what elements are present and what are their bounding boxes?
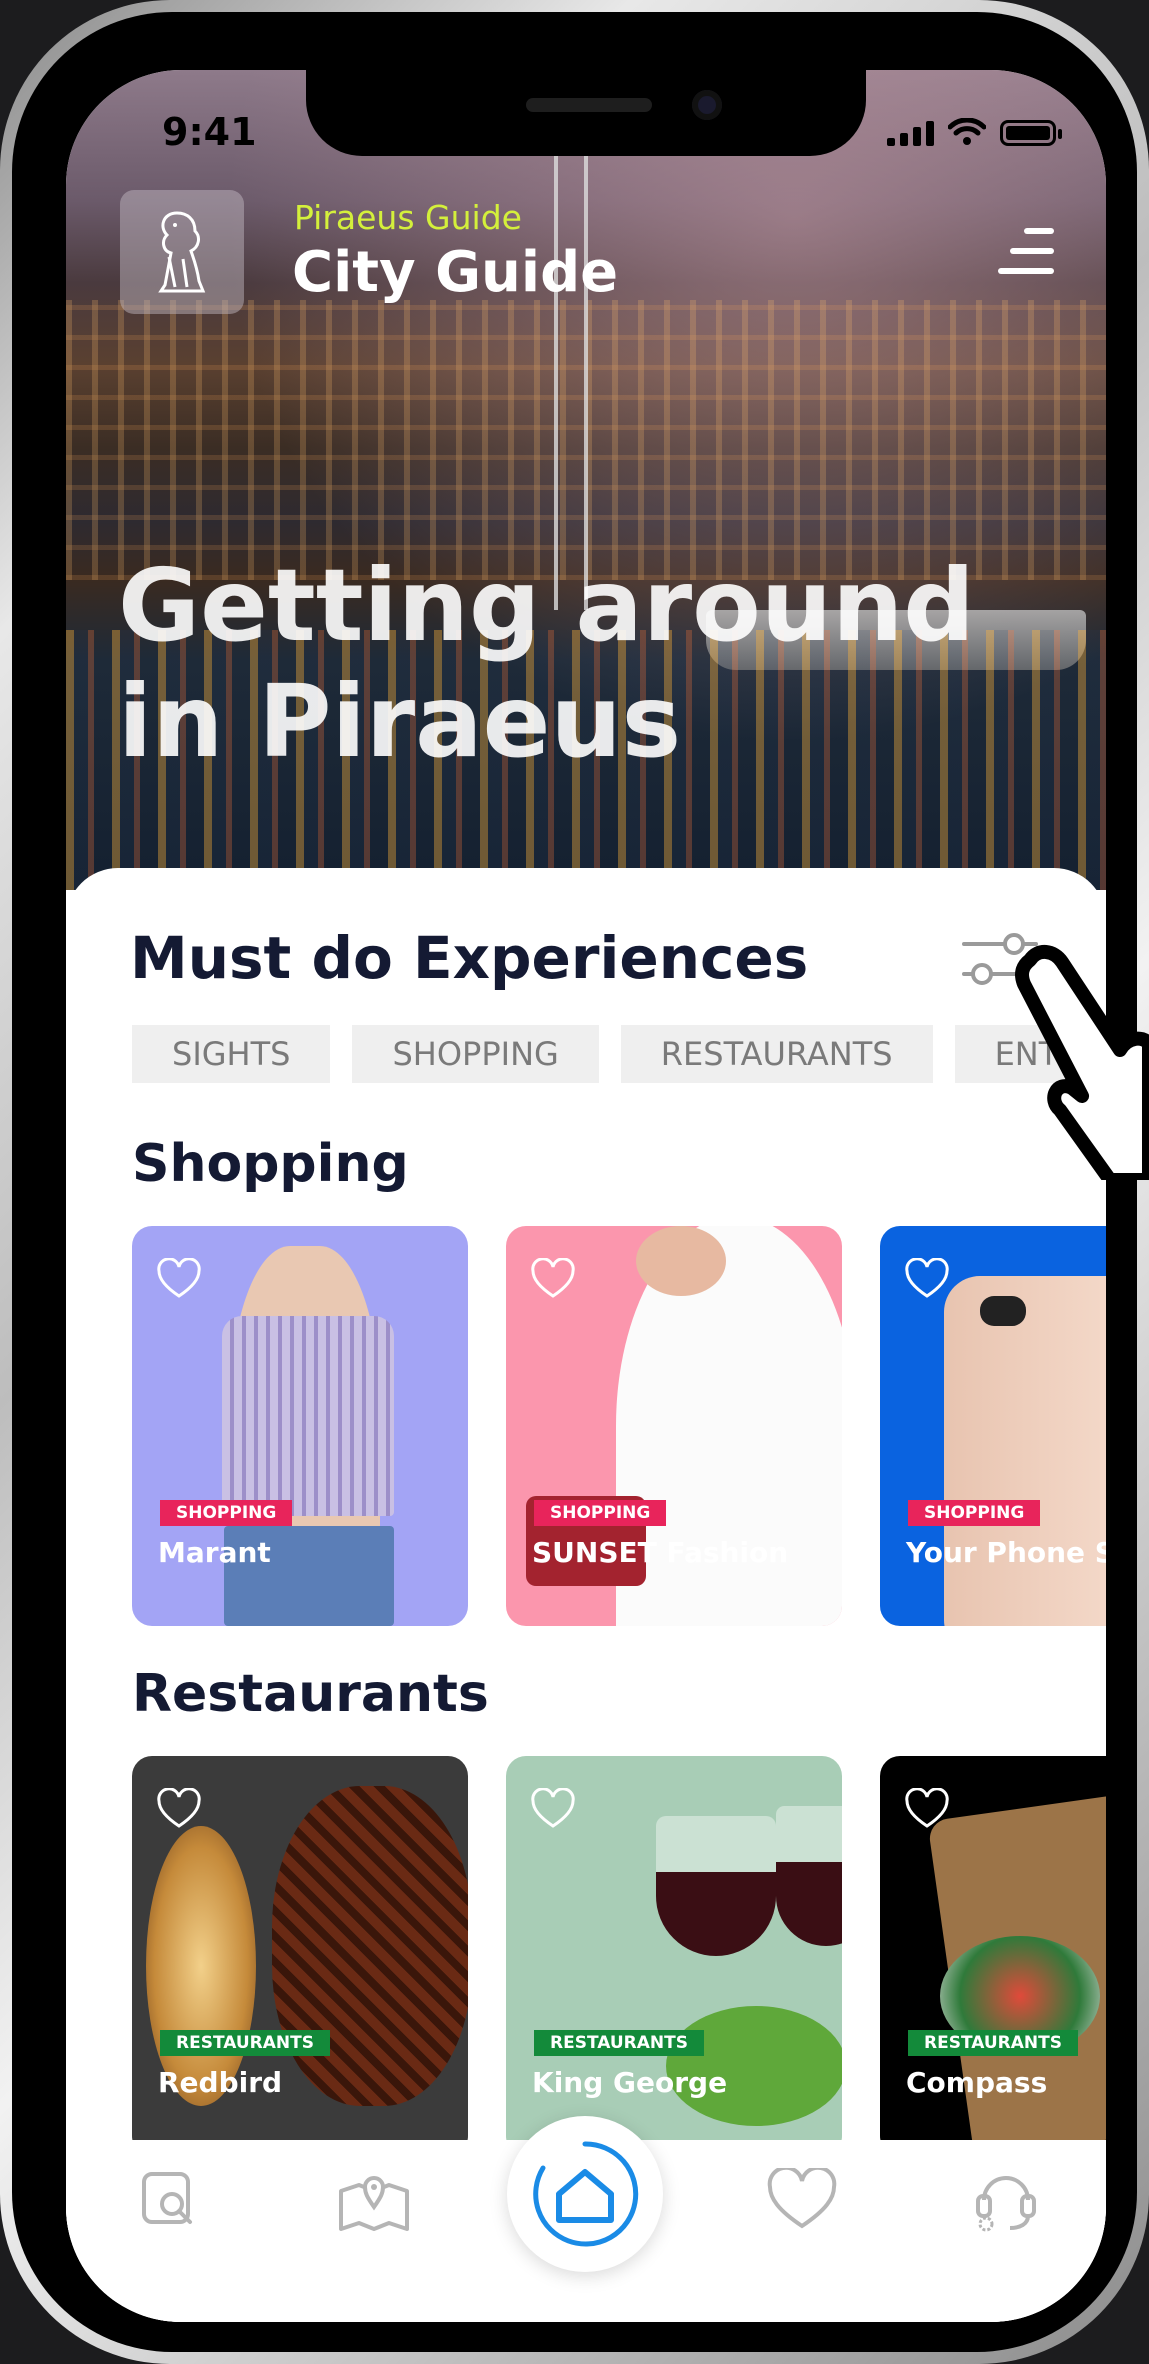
experiences-heading: Must do Experiences [130, 924, 809, 992]
camera-image [980, 1296, 1026, 1326]
app-logo[interactable] [120, 190, 244, 314]
steak-image [272, 1786, 468, 2106]
menu-line [1024, 228, 1054, 234]
category-badge: SHOPPING [908, 1500, 1041, 1526]
app-title: City Guide [292, 240, 619, 305]
nav-map[interactable] [334, 2160, 414, 2240]
wifi-icon [948, 118, 986, 145]
menu-line [1010, 248, 1054, 254]
status-icons [887, 118, 1062, 146]
restaurants-carousel: RESTAURANTS Redbird RESTAURANTS King Geo… [132, 1756, 1106, 2140]
speaker [526, 98, 652, 112]
category-badge: RESTAURANTS [908, 2030, 1078, 2056]
phone-image [944, 1276, 1106, 1626]
heart-icon[interactable] [156, 1788, 202, 1830]
phone-frame: 9:41 Piraeus Guide City Guide Getting ar… [0, 0, 1149, 2364]
heart-icon[interactable] [156, 1258, 202, 1300]
restaurant-card[interactable]: RESTAURANTS King George [506, 1756, 842, 2140]
chip-shopping[interactable]: SHOPPING [352, 1025, 599, 1083]
restaurant-card[interactable]: RESTAURANTS Redbird [132, 1756, 468, 2140]
map-icon [339, 2176, 409, 2231]
card-name: Marant [158, 1536, 271, 1569]
chip-restaurants[interactable]: RESTAURANTS [620, 1025, 933, 1083]
heart-icon[interactable] [530, 1258, 576, 1300]
search-icon [142, 2172, 192, 2224]
potato-image [146, 1826, 256, 2106]
restaurants-heading: Restaurants [132, 1664, 489, 1724]
signal-icon [887, 121, 934, 146]
heart-icon [767, 2168, 837, 2229]
notch [306, 70, 866, 156]
hero-heading-line: in Piraeus [118, 663, 682, 780]
category-badge: SHOPPING [160, 1500, 293, 1526]
phone-bezel: 9:41 Piraeus Guide City Guide Getting ar… [12, 12, 1137, 2352]
home-icon [533, 2141, 639, 2247]
shopping-card[interactable]: SHOPPING SUNSET Fashion [506, 1226, 842, 1626]
face-image [636, 1226, 726, 1296]
category-badge: RESTAURANTS [534, 2030, 704, 2056]
app-subtitle: Piraeus Guide [294, 198, 522, 237]
boat-mast [554, 130, 558, 610]
hand-cursor-icon [1015, 945, 1149, 1180]
nav-favorites[interactable] [762, 2160, 842, 2240]
category-chips: SIGHTS SHOPPING RESTAURANTS ENTE [132, 1025, 1106, 1083]
shopping-card[interactable]: SHOPPING Marant [132, 1226, 468, 1626]
front-camera [692, 90, 722, 120]
status-time: 9:41 [162, 110, 257, 154]
card-name: Your Phone Sho [906, 1536, 1106, 1569]
menu-button[interactable] [990, 220, 1054, 284]
heart-icon[interactable] [904, 1788, 950, 1830]
battery-icon [1000, 120, 1062, 146]
support-icon [976, 2176, 1036, 2232]
card-name: King George [532, 2066, 728, 2099]
card-name: SUNSET Fashion [532, 1536, 789, 1569]
chip-sights[interactable]: SIGHTS [132, 1025, 331, 1083]
home-button[interactable] [507, 2116, 663, 2272]
wine-glass-image [656, 1816, 776, 1956]
shopping-carousel: SHOPPING Marant SHOPPING SUNSET Fashion … [132, 1226, 1106, 1626]
boat-mast [584, 140, 588, 610]
heart-icon[interactable] [530, 1788, 576, 1830]
menu-line [998, 268, 1054, 274]
wine-glass-image [776, 1806, 842, 1946]
category-badge: RESTAURANTS [160, 2030, 330, 2056]
category-badge: SHOPPING [534, 1500, 667, 1526]
card-name: Redbird [158, 2066, 283, 2099]
shopping-card[interactable]: SHOPPING Your Phone Sho [880, 1226, 1106, 1626]
restaurant-card[interactable]: RESTAURANTS Compass [880, 1756, 1106, 2140]
nav-search[interactable] [130, 2160, 210, 2240]
hero-heading: Getting around in Piraeus [118, 548, 1018, 780]
top-image [222, 1316, 394, 1516]
card-name: Compass [906, 2066, 1048, 2099]
shopping-heading: Shopping [132, 1134, 409, 1194]
lion-logo-icon [158, 211, 206, 293]
nav-support[interactable] [966, 2160, 1046, 2240]
heart-icon[interactable] [904, 1258, 950, 1300]
app-screen: 9:41 Piraeus Guide City Guide Getting ar… [66, 70, 1106, 2322]
hero-heading-line: Getting around [118, 547, 975, 664]
